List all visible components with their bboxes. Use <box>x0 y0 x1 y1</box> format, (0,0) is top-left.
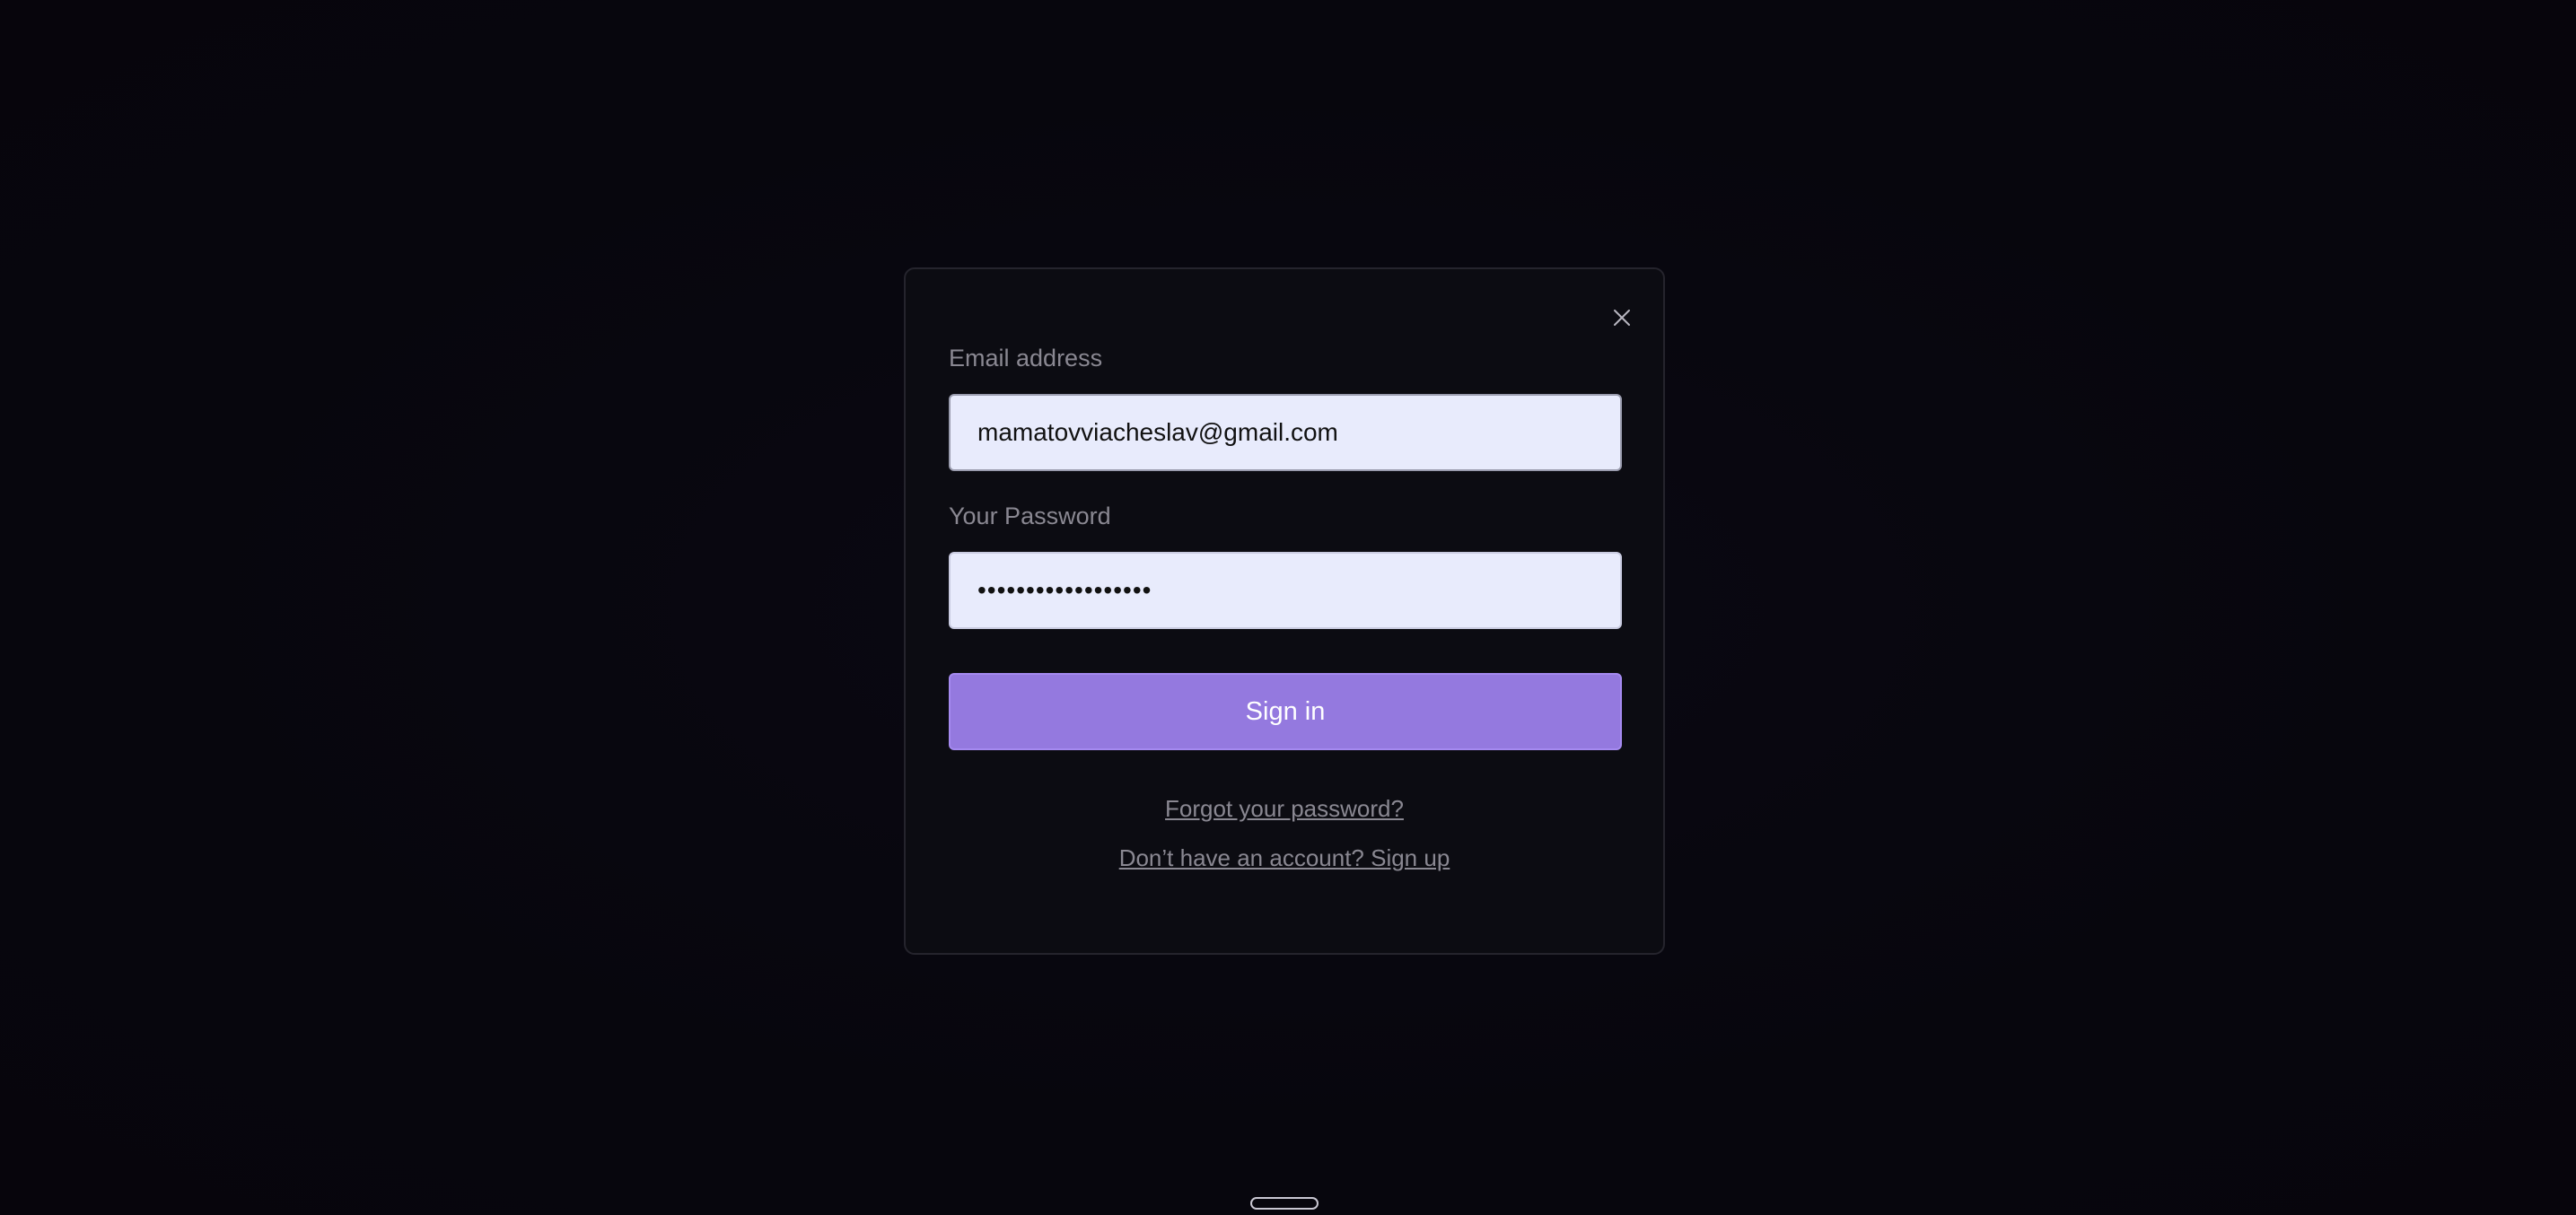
sign-in-button[interactable]: Sign in <box>949 673 1622 750</box>
sign-in-modal: Email address Your Password Sign in Forg… <box>904 267 1665 955</box>
close-icon <box>1614 310 1630 326</box>
email-label: Email address <box>949 345 1103 371</box>
password-field[interactable] <box>949 552 1622 629</box>
page-background: Master a time! Email address Your Passwo… <box>0 0 2576 1215</box>
home-indicator <box>1250 1197 1319 1210</box>
email-field[interactable] <box>949 394 1622 471</box>
sign-up-link[interactable]: Don’t have an account? Sign up <box>906 844 1663 872</box>
password-label: Your Password <box>949 503 1111 529</box>
forgot-password-link[interactable]: Forgot your password? <box>906 795 1663 823</box>
close-button[interactable] <box>1606 302 1638 334</box>
